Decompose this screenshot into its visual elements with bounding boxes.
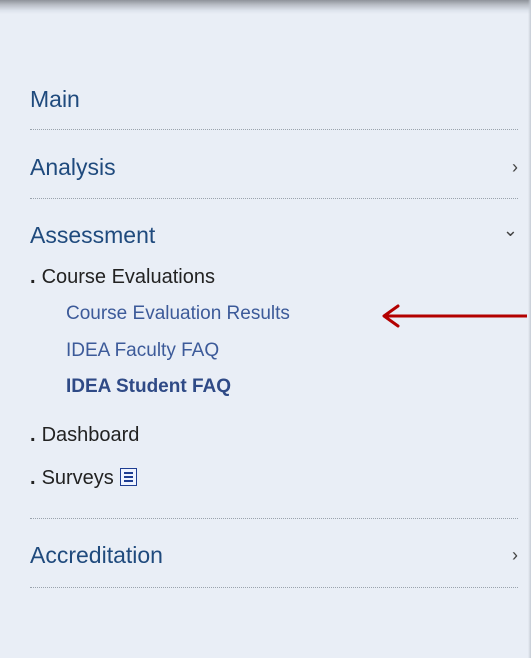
divider [30, 129, 518, 130]
menu-item-main-label: Main [30, 86, 80, 112]
submenu-course-evaluations[interactable]: . Course Evaluations [30, 266, 215, 289]
link-idea-faculty-faq[interactable]: IDEA Faculty FAQ [66, 340, 219, 362]
menu-item-accreditation[interactable]: Accreditation › [30, 540, 518, 570]
chevron-right-icon: › [512, 545, 518, 565]
chevron-down-icon: ⌄ [502, 220, 518, 240]
bullet: . [30, 424, 36, 446]
navigation-panel: Main Analysis › Assessment ⌄ . Course Eva… [0, 0, 531, 658]
submenu-course-evaluations-label: Course Evaluations [41, 266, 215, 288]
menu-item-main[interactable]: Main [30, 84, 518, 114]
bullet: . [30, 266, 36, 288]
submenu-dashboard-label: Dashboard [41, 424, 140, 446]
submenu-dashboard[interactable]: . Dashboard [30, 424, 139, 447]
chevron-right-icon: › [512, 157, 518, 177]
top-shadow [0, 0, 531, 14]
divider [30, 198, 518, 199]
menu-item-accreditation-label: Accreditation [30, 542, 163, 568]
link-idea-student-faq[interactable]: IDEA Student FAQ [66, 376, 231, 398]
submenu-surveys[interactable]: . Surveys [30, 467, 137, 490]
menu-item-analysis[interactable]: Analysis › [30, 152, 518, 182]
divider [30, 518, 518, 519]
menu-item-assessment[interactable]: Assessment ⌄ [30, 220, 518, 250]
document-icon[interactable] [119, 468, 137, 486]
link-course-evaluation-results[interactable]: Course Evaluation Results [66, 303, 290, 325]
menu-item-assessment-label: Assessment [30, 222, 156, 248]
divider [30, 587, 518, 588]
submenu-surveys-label: Surveys [41, 467, 114, 489]
menu-item-analysis-label: Analysis [30, 154, 116, 180]
bullet: . [30, 467, 36, 489]
annotation-arrow-icon [382, 304, 527, 328]
